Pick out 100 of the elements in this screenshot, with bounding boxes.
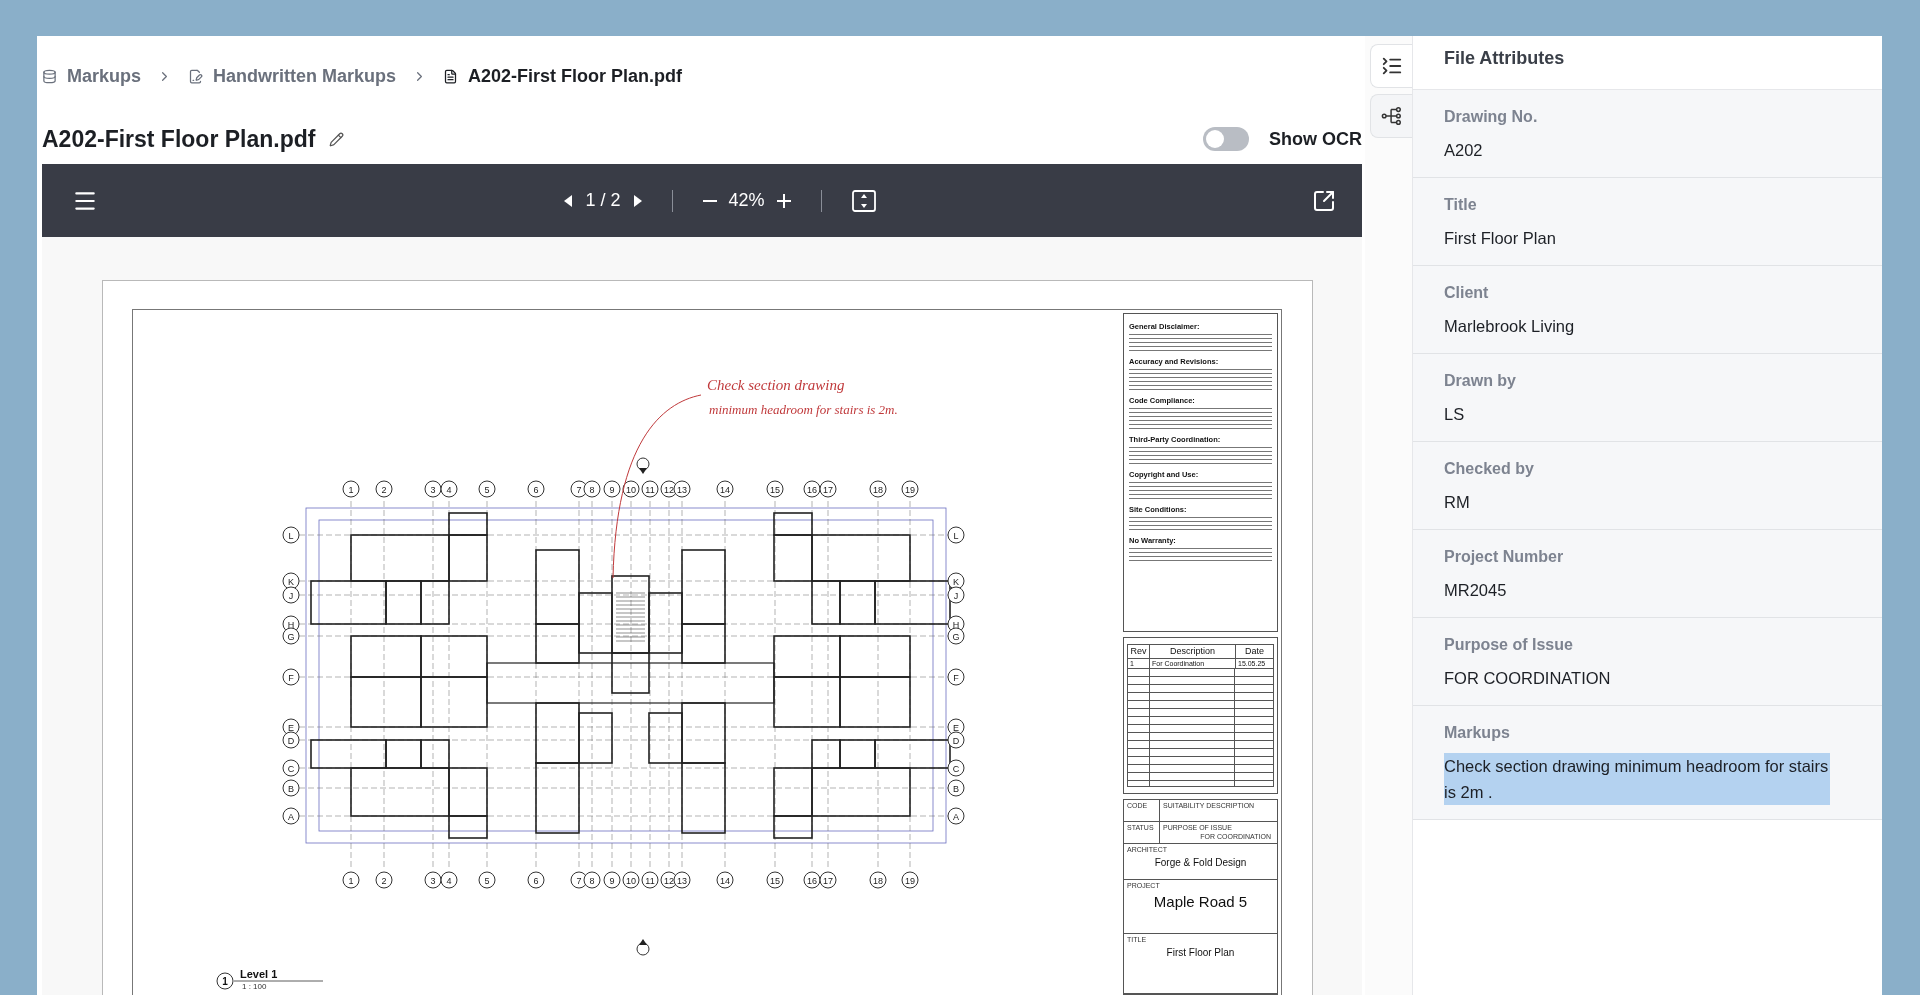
toggle-switch[interactable] <box>1203 127 1249 151</box>
document-icon <box>443 68 459 84</box>
architect-name: Forge & Fold Design <box>1154 857 1247 868</box>
grid-bubble: 6 <box>527 480 545 498</box>
grid-bubble: 14 <box>716 871 734 889</box>
view-title: Level 1 <box>240 968 278 980</box>
plus-icon <box>776 193 791 208</box>
grid-bubble: 2 <box>375 480 393 498</box>
attribute-value: Check section drawing minimum headroom for stairs is 2m . <box>1444 753 1830 805</box>
grid-bubble: C <box>947 759 965 777</box>
database-icon <box>42 68 57 84</box>
grid-bubble: C <box>282 759 300 777</box>
table-header: Date <box>1236 645 1274 659</box>
handwritten-note: minimum headroom for stairs is 2m. <box>709 402 898 417</box>
attribute-value: MR2045 <box>1444 580 1508 601</box>
grid-bubble: 17 <box>819 480 837 498</box>
attribute-value: A202 <box>1444 140 1484 161</box>
grid-bubble: 10 <box>622 480 640 498</box>
grid-bubble: 16 <box>803 480 821 498</box>
grid-bubble: J <box>282 586 300 604</box>
attribute-value: FOR COORDINATION <box>1444 668 1612 689</box>
fit-page-icon <box>851 189 876 212</box>
grid-bubble: 5 <box>478 871 496 889</box>
breadcrumb-link[interactable]: Markups <box>67 65 142 87</box>
grid-bubble: J <box>947 586 965 604</box>
grid-bubble: 3 <box>424 480 442 498</box>
grid-bubble: 16 <box>803 871 821 889</box>
grid-bubble: 9 <box>603 871 621 889</box>
breadcrumb-link[interactable]: Handwritten Markups <box>213 65 397 87</box>
grid-bubble: B <box>947 779 965 797</box>
grid-bubble: 11 <box>641 871 659 889</box>
section-marker-icon <box>636 939 650 956</box>
file-title: A202-First Floor Plan.pdf <box>42 125 316 153</box>
attribute-label: Drawn by <box>1444 371 1517 391</box>
attribute-value: Marlebrook Living <box>1444 316 1576 337</box>
external-link-icon <box>1312 188 1336 213</box>
grid-bubble: G <box>947 627 965 645</box>
grid-bubble: 15 <box>766 480 784 498</box>
grid-bubble: 17 <box>819 871 837 889</box>
caret-left-icon <box>564 194 574 207</box>
section-marker-icon <box>636 457 650 474</box>
attribute-label: Project Number <box>1444 547 1565 567</box>
grid-bubble: 10 <box>622 871 640 889</box>
grid-bubble: 9 <box>603 480 621 498</box>
grid-bubble: F <box>947 668 965 686</box>
attribute-value: RM <box>1444 492 1471 513</box>
attribute-label: Purpose of Issue <box>1444 635 1574 655</box>
tree-tab-button[interactable] <box>1370 94 1412 138</box>
grid-bubble: 13 <box>673 871 691 889</box>
toggle-label: Show OCR <box>1269 128 1362 150</box>
grid-bubble: 3 <box>424 871 442 889</box>
attribute-label: Drawing No. <box>1444 107 1539 127</box>
list-tab-button[interactable] <box>1370 44 1412 88</box>
project-name: Maple Road 5 <box>1153 893 1248 910</box>
grid-bubble: 1 <box>342 480 360 498</box>
minus-icon <box>702 199 717 202</box>
edit-pencil-icon[interactable] <box>329 131 345 147</box>
grid-bubble: 13 <box>673 480 691 498</box>
grid-bubble: B <box>282 779 300 797</box>
view-scale: 1 : 100 <box>242 982 267 991</box>
view-number-bubble: 1 <box>216 972 234 990</box>
zoom-level: 42% <box>727 190 766 211</box>
handwritten-note: Check section drawing <box>707 377 845 393</box>
grid-bubble: 18 <box>869 480 887 498</box>
table-header: Description <box>1150 645 1236 659</box>
grid-bubble: D <box>282 731 300 749</box>
grid-bubble: D <box>947 731 965 749</box>
attribute-label: Checked by <box>1444 459 1535 479</box>
grid-bubble: 19 <box>901 871 919 889</box>
grid-bubble: 4 <box>440 480 458 498</box>
grid-bubble: 18 <box>869 871 887 889</box>
grid-bubble: 11 <box>641 480 659 498</box>
grid-bubble: A <box>947 807 965 825</box>
grid-bubble: 19 <box>901 480 919 498</box>
caret-right-icon <box>632 194 642 207</box>
grid-bubble: F <box>282 668 300 686</box>
grid-bubble: 15 <box>766 871 784 889</box>
grid-bubble: 5 <box>478 480 496 498</box>
page-indicator: 1 / 2 <box>584 190 622 211</box>
grid-bubble: 8 <box>583 871 601 889</box>
attribute-value: First Floor Plan <box>1444 228 1557 249</box>
grid-bubble: 8 <box>583 480 601 498</box>
grid-bubble: 14 <box>716 480 734 498</box>
breadcrumb-link[interactable]: A202-First Floor Plan.pdf <box>468 65 683 87</box>
grid-bubble: 1 <box>342 871 360 889</box>
attribute-label: Title <box>1444 195 1478 215</box>
grid-bubble: 6 <box>527 871 545 889</box>
tree-icon <box>1380 105 1403 127</box>
grid-bubble: 2 <box>375 871 393 889</box>
list-icon <box>1380 55 1403 77</box>
sheet-title: First Floor Plan <box>1166 947 1235 958</box>
table-header: Rev <box>1128 645 1150 659</box>
attribute-value: LS <box>1444 404 1466 425</box>
attribute-label: Markups <box>1444 723 1511 743</box>
grid-bubble: A <box>282 807 300 825</box>
document-icon <box>188 68 204 84</box>
grid-bubble: 4 <box>440 871 458 889</box>
attribute-label: Client <box>1444 283 1490 303</box>
grid-bubble: L <box>947 526 965 544</box>
grid-bubble: G <box>282 627 300 645</box>
